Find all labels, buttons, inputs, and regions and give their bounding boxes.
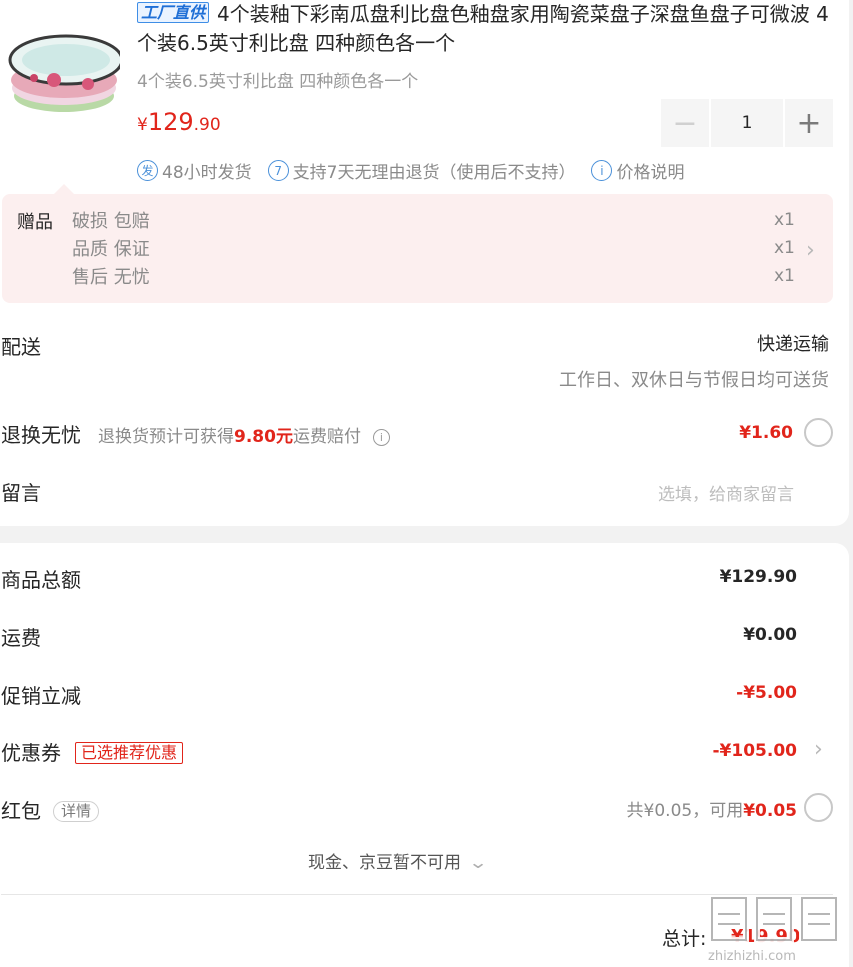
info-icon[interactable]: i [372,429,390,446]
return-worry-desc-prefix: 退换货预计可获得 [98,427,234,447]
gift-item-qty: x1 [774,238,795,258]
coupon-value[interactable]: -¥105.00 [713,741,798,761]
price-integer: 129 [147,108,194,136]
return-worry-label: 退换无忧 [1,423,81,447]
factory-direct-tag: 工厂直供 [137,2,210,23]
service-label: 价格说明 [616,163,685,183]
service-7day-return[interactable]: 7 支持7天无理由退货（使用后不支持） [267,158,576,183]
coupon-tag: 已选推荐优惠 [75,742,184,764]
seven-day-icon: 7 [267,160,289,181]
coupon-label: 优惠券 [1,741,61,765]
increase-button[interactable]: + [785,99,833,147]
delivery-label: 配送 [1,335,41,359]
gift-item-qty: x1 [774,266,795,286]
hongbao-available: ¥0.05 [743,801,797,821]
service-price-note[interactable]: i 价格说明 [591,158,684,183]
total-label: 总计: [662,928,707,950]
hongbao-prefix: 共¥0.05，可用 [626,801,744,821]
service-shipping-48h[interactable]: 发 48小时发货 [137,158,252,183]
cash-beans-toggle[interactable]: 现金、京豆暂不可用 ⌄ [308,848,489,873]
shipping-label: 运费 [1,626,41,650]
goods-total-value: ¥129.90 [719,567,797,587]
gift-item-qty: x1 [774,210,795,230]
product-thumbnail[interactable] [4,8,120,116]
hongbao-row: 红包 详情 [1,795,100,824]
cash-note: 现金、京豆暂不可用 [308,853,461,873]
service-label: 48小时发货 [162,163,252,183]
hongbao-detail-button[interactable]: 详情 [53,801,100,822]
product-title[interactable]: 工厂直供 4个装釉下彩南瓜盘利比盘色釉盘家用陶瓷菜盘子深盘鱼盘子可微波 4个装6.… [137,0,837,58]
service-list: 发 48小时发货 7 支持7天无理由退货（使用后不支持） i 价格说明 [137,158,700,183]
coupon-row[interactable]: 优惠券 已选推荐优惠 [1,737,184,766]
return-worry-desc: 退换货预计可获得9.80元运费赔付 i [98,422,390,447]
return-worry-radio[interactable] [804,418,833,447]
hongbao-value: 共¥0.05，可用¥0.05 [627,796,797,821]
decrease-button[interactable]: − [661,99,709,147]
info-icon: i [591,160,613,181]
message-label: 留言 [1,481,41,505]
order-item-card: 工厂直供 4个装釉下彩南瓜盘利比盘色釉盘家用陶瓷菜盘子深盘鱼盘子可微波 4个装6.… [0,0,849,526]
gift-item-name: 破损 包赔 [72,211,150,232]
hongbao-label: 红包 [1,799,41,823]
gift-item-name: 品质 保证 [72,239,150,260]
gift-pointer [54,184,74,194]
chevron-right-icon: › [806,238,815,263]
quantity-stepper: − 1 + [661,99,833,147]
price-decimal: .90 [193,115,221,135]
quantity-input[interactable]: 1 [711,99,783,147]
product-price: ¥129.90 [137,108,221,136]
return-worry-price: ¥1.60 [739,423,793,443]
svg-text:zhizhizhi.com: zhizhizhi.com [708,949,796,964]
ship-badge-icon: 发 [137,160,158,181]
return-worry-amount: 9.80元 [234,427,293,447]
product-title-text: 4个装釉下彩南瓜盘利比盘色釉盘家用陶瓷菜盘子深盘鱼盘子可微波 4个装6.5英寸利… [137,2,829,55]
gift-label: 赠品 [17,212,53,233]
gift-panel[interactable]: 赠品 破损 包赔 品质 保证 售后 无忧 x1 x1 x1 › [2,194,833,303]
service-label: 支持7天无理由退货（使用后不支持） [292,163,576,183]
delivery-type[interactable]: 快递运输 [757,330,829,356]
promo-label: 促销立减 [1,684,81,708]
hongbao-radio[interactable] [804,793,833,822]
return-worry-desc-suffix: 运费赔付 [292,427,361,447]
gift-item-name: 售后 无忧 [72,267,150,288]
shipping-value: ¥0.00 [743,625,797,645]
chevron-down-icon: ⌄ [468,853,489,873]
product-spec: 4个装6.5英寸利比盘 四种颜色各一个 [137,72,419,92]
delivery-note: 工作日、双休日与节假日均可送货 [559,370,829,391]
price-symbol: ¥ [137,115,148,135]
promo-value: -¥5.00 [736,683,797,703]
goods-total-label: 商品总额 [1,568,81,592]
chevron-right-icon[interactable]: › [814,737,823,762]
watermark-logo: zhizhizhi.com [708,895,839,964]
message-input[interactable]: 选填，给商家留言 [658,480,794,505]
